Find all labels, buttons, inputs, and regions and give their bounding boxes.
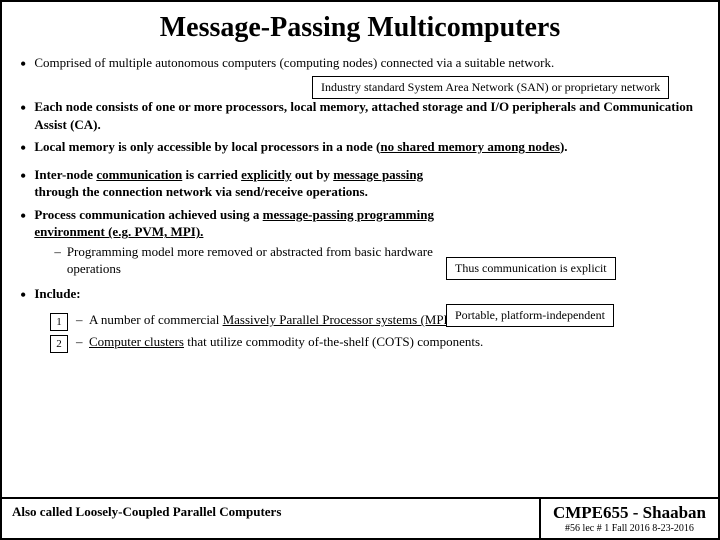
bullet-text-3: Local memory is only accessible by local… xyxy=(34,138,700,156)
footer-meta: #56 lec # 1 Fall 2016 8-23-2016 xyxy=(565,523,694,534)
bullet-text-1: Comprised of multiple autonomous compute… xyxy=(34,54,700,72)
sub-bullet-5-1: – Programming model more removed or abst… xyxy=(54,243,454,278)
number-box-2: 2 xyxy=(50,335,68,353)
numbered-text-1: – A number of commercial Massively Paral… xyxy=(76,312,463,328)
tooltip-portable: Portable, platform-independent xyxy=(446,304,614,327)
bullet-text-5: Process communication achieved using a m… xyxy=(34,206,454,280)
sub-text-5-1: Programming model more removed or abstra… xyxy=(67,243,455,278)
slide: Message-Passing Multicomputers • Compris… xyxy=(0,0,720,540)
bullet-dot-2: • xyxy=(20,96,26,120)
bullet-dot-1: • xyxy=(20,52,26,76)
bullet-text-6: Include: xyxy=(34,285,700,303)
tooltip-explicit: Thus communication is explicit xyxy=(446,257,616,280)
numbered-text-2: – Computer clusters that utilize commodi… xyxy=(76,334,483,350)
bullet-2: • Each node consists of one or more proc… xyxy=(20,98,700,133)
footer-course: CMPE655 - Shaaban xyxy=(553,503,706,523)
bullet-1: • Comprised of multiple autonomous compu… xyxy=(20,54,700,76)
footer: Also called Loosely-Coupled Parallel Com… xyxy=(2,497,718,538)
sub-bullets-5: – Programming model more removed or abst… xyxy=(34,243,454,278)
bullet-dot-5: • xyxy=(20,204,26,228)
bullet-text-2: Each node consists of one or more proces… xyxy=(34,98,700,133)
footer-left: Also called Loosely-Coupled Parallel Com… xyxy=(2,499,541,538)
number-2: 2 xyxy=(56,338,62,350)
bullet-dot-4: • xyxy=(20,164,26,188)
bullet-text-4: Inter-node communication is carried expl… xyxy=(34,166,454,201)
bullet-dot-3: • xyxy=(20,136,26,160)
bullet-3: • Local memory is only accessible by loc… xyxy=(20,138,700,160)
bullet-dot-6: • xyxy=(20,283,26,307)
bullet-4: • Inter-node communication is carried ex… xyxy=(20,166,700,201)
footer-right: CMPE655 - Shaaban #56 lec # 1 Fall 2016 … xyxy=(541,499,718,538)
number-box-1: 1 xyxy=(50,313,68,331)
slide-title: Message-Passing Multicomputers xyxy=(20,12,700,44)
numbered-item-2: 2 – Computer clusters that utilize commo… xyxy=(50,334,700,353)
number-1: 1 xyxy=(56,316,62,328)
tooltip-san: Industry standard System Area Network (S… xyxy=(312,76,669,99)
sub-dash-5-1: – xyxy=(54,243,61,261)
